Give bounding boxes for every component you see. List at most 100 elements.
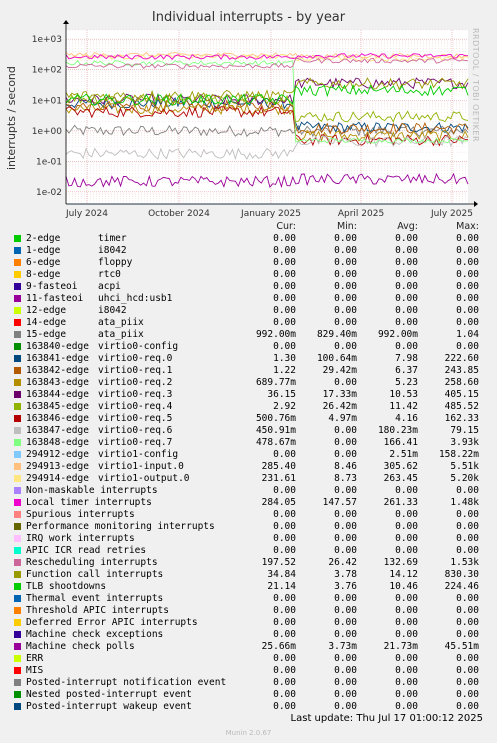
legend-row: 14-edge ata_piix 0.00 0.00 0.00 0.00 xyxy=(0,317,497,329)
legend-series-name: 163845-edge xyxy=(26,401,89,412)
legend-max-value: 0.00 xyxy=(456,233,479,244)
legend-avg-value: 0.00 xyxy=(395,701,418,712)
legend-cur-value: 0.00 xyxy=(273,689,296,700)
legend-series-name: Spurious interrupts xyxy=(26,509,135,520)
legend-cur-value: 231.61 xyxy=(261,473,296,484)
legend-row: Posted-interrupt wakeup event 0.00 0.00 0.0… xyxy=(0,701,497,713)
legend-avg-value: 305.62 xyxy=(383,461,418,472)
legend-min-value: 0.00 xyxy=(334,233,357,244)
col-avg-header: Avg: xyxy=(397,221,418,232)
legend-swatch xyxy=(14,343,21,350)
legend-series-name: Thermal event interrupts xyxy=(26,593,164,604)
legend-series-name: IRQ work interrupts xyxy=(26,533,135,544)
legend-cur-value: 0.00 xyxy=(273,677,296,688)
legend-min-value: 0.00 xyxy=(334,317,357,328)
legend-max-value: 1.04 xyxy=(456,329,479,340)
legend-swatch xyxy=(14,271,21,278)
legend-swatch xyxy=(14,667,21,674)
legend-row: APIC ICR read retries 0.00 0.00 0.00 0.00 xyxy=(0,545,497,557)
legend-min-value: 29.42m xyxy=(322,365,357,376)
legend-cur-value: 0.00 xyxy=(273,617,296,628)
legend-cur-value: 1.22 xyxy=(273,365,296,376)
legend-row: 9-fasteoi acpi 0.00 0.00 0.00 0.00 xyxy=(0,281,497,293)
y-tick-label: 1e+03 xyxy=(32,35,62,45)
legend-avg-value: 5.23 xyxy=(395,377,418,388)
legend-max-value: 0.00 xyxy=(456,629,479,640)
legend-avg-value: 0.00 xyxy=(395,293,418,304)
legend-row: Thermal event interrupts 0.00 0.00 0.00 0.00 xyxy=(0,593,497,605)
legend-series-name: 12-edge xyxy=(26,305,67,316)
chart-plot: 1e-02 1e-01 1e+00 1e+01 1e+02 1e+03 July 2024 O… xyxy=(32,20,478,219)
legend-series-name: 9-fasteoi xyxy=(26,281,78,292)
legend-swatch xyxy=(14,427,21,434)
legend-max-value: 1.48k xyxy=(450,497,479,508)
legend-cur-value: 21.14 xyxy=(267,581,296,592)
legend-min-value: 0.00 xyxy=(334,533,357,544)
legend-swatch xyxy=(14,511,21,518)
legend-avg-value: 0.00 xyxy=(395,281,418,292)
legend-min-value: 0.00 xyxy=(334,677,357,688)
legend-max-value: 0.00 xyxy=(456,521,479,532)
legend-max-value: 0.00 xyxy=(456,257,479,268)
legend-avg-value: 0.00 xyxy=(395,245,418,256)
y-tick-label: 1e+00 xyxy=(32,127,63,137)
legend-swatch xyxy=(14,571,21,578)
legend-series-name: 163848-edge xyxy=(26,437,89,448)
legend-avg-value: 0.00 xyxy=(395,677,418,688)
legend-series-desc: acpi xyxy=(98,281,121,292)
legend-series-name: TLB shootdowns xyxy=(26,581,107,592)
x-tick-label: January 2025 xyxy=(240,209,301,219)
legend-swatch xyxy=(14,643,21,650)
legend-cur-value: 0.00 xyxy=(273,281,296,292)
legend-max-value: 0.00 xyxy=(456,509,479,520)
legend-avg-value: 992.00m xyxy=(377,329,418,340)
legend-max-value: 0.00 xyxy=(456,317,479,328)
legend-min-value: 0.00 xyxy=(334,425,357,436)
legend-cur-value: 285.40 xyxy=(261,461,296,472)
legend-max-value: 0.00 xyxy=(456,677,479,688)
legend-min-value: 3.76 xyxy=(334,581,357,592)
legend-cur-value: 0.00 xyxy=(273,257,296,268)
legend-cur-value: 0.00 xyxy=(273,317,296,328)
legend-swatch xyxy=(14,655,21,662)
legend-row: 163846-edge virtio0-req.5 500.76m 4.97m 4.16… xyxy=(0,413,497,425)
legend-min-value: 0.00 xyxy=(334,665,357,676)
legend-series-desc: virtio0-req.0 xyxy=(98,353,173,364)
legend-min-value: 0.00 xyxy=(334,305,357,316)
legend-max-value: 0.00 xyxy=(456,293,479,304)
legend-row: 294912-edge virtio1-config 0.00 0.00 2.51m 15… xyxy=(0,449,497,461)
legend-min-value: 3.78 xyxy=(334,569,357,580)
legend-series-name: 6-edge xyxy=(26,257,61,268)
legend-cur-value: 0.00 xyxy=(273,545,296,556)
legend-series-name: APIC ICR read retries xyxy=(26,545,147,556)
legend-cur-value: 0.00 xyxy=(273,293,296,304)
legend-avg-value: 6.37 xyxy=(395,365,418,376)
legend-min-value: 0.00 xyxy=(334,545,357,556)
legend-min-value: 26.42m xyxy=(322,401,357,412)
col-min-header: Min: xyxy=(336,221,357,232)
legend-series-name: Function call interrupts xyxy=(26,569,164,580)
legend-row: 294914-edge virtio1-output.0 231.61 8.73 263… xyxy=(0,473,497,485)
legend-series-desc: virtio1-input.0 xyxy=(98,461,184,472)
legend-row: 6-edge floppy 0.00 0.00 0.00 0.00 xyxy=(0,257,497,269)
legend-series-name: Performance monitoring interrupts xyxy=(26,521,215,532)
legend-series-name: Threshold APIC interrupts xyxy=(26,605,169,616)
legend-swatch xyxy=(14,595,21,602)
legend-row: 163844-edge virtio0-req.3 36.15 17.33m 10.53… xyxy=(0,389,497,401)
legend-row: 12-edge i8042 0.00 0.00 0.00 0.00 xyxy=(0,305,497,317)
legend-cur-value: 0.00 xyxy=(273,665,296,676)
legend-row: 1-edge i8042 0.00 0.00 0.00 0.00 xyxy=(0,245,497,257)
legend-series-name: Nested posted-interrupt event xyxy=(26,689,192,700)
legend-min-value: 0.00 xyxy=(334,269,357,280)
legend-series-name: 294914-edge xyxy=(26,473,89,484)
legend-cur-value: 0.00 xyxy=(273,629,296,640)
legend-avg-value: 0.00 xyxy=(395,629,418,640)
legend-max-value: 0.00 xyxy=(456,617,479,628)
legend-cur-value: 284.05 xyxy=(261,497,296,508)
legend-swatch xyxy=(14,259,21,266)
x-tick-label: October 2024 xyxy=(148,209,210,219)
legend-avg-value: 11.42 xyxy=(389,401,418,412)
legend-cur-value: 450.91m xyxy=(255,425,296,436)
legend-series-name: Deferred Error APIC interrupts xyxy=(26,617,198,628)
legend-max-value: 3.93k xyxy=(450,437,479,448)
